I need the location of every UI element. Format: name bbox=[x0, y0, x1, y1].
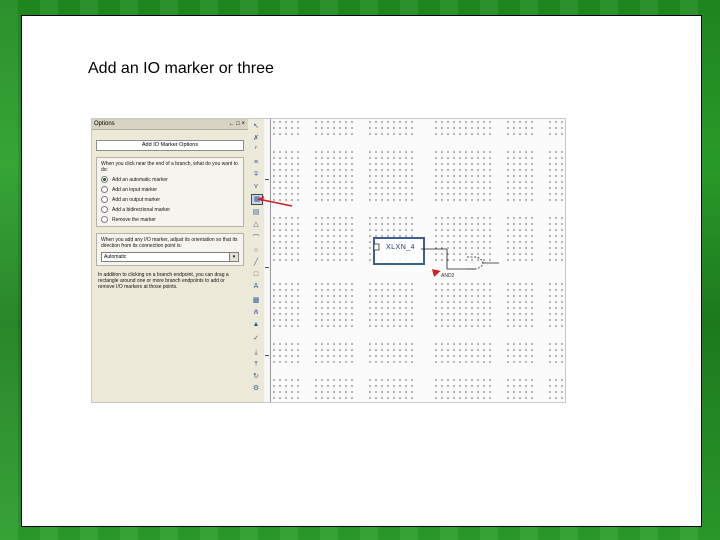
ise-screenshot: Options ← □ × Add IO Marker Options When… bbox=[91, 118, 566, 403]
slide-title: Add an IO marker or three bbox=[88, 60, 274, 77]
annotation-arrow bbox=[257, 196, 293, 207]
slide: Add an IO marker or three Options ← □ × … bbox=[21, 15, 702, 527]
red-arrow-head bbox=[258, 196, 264, 202]
